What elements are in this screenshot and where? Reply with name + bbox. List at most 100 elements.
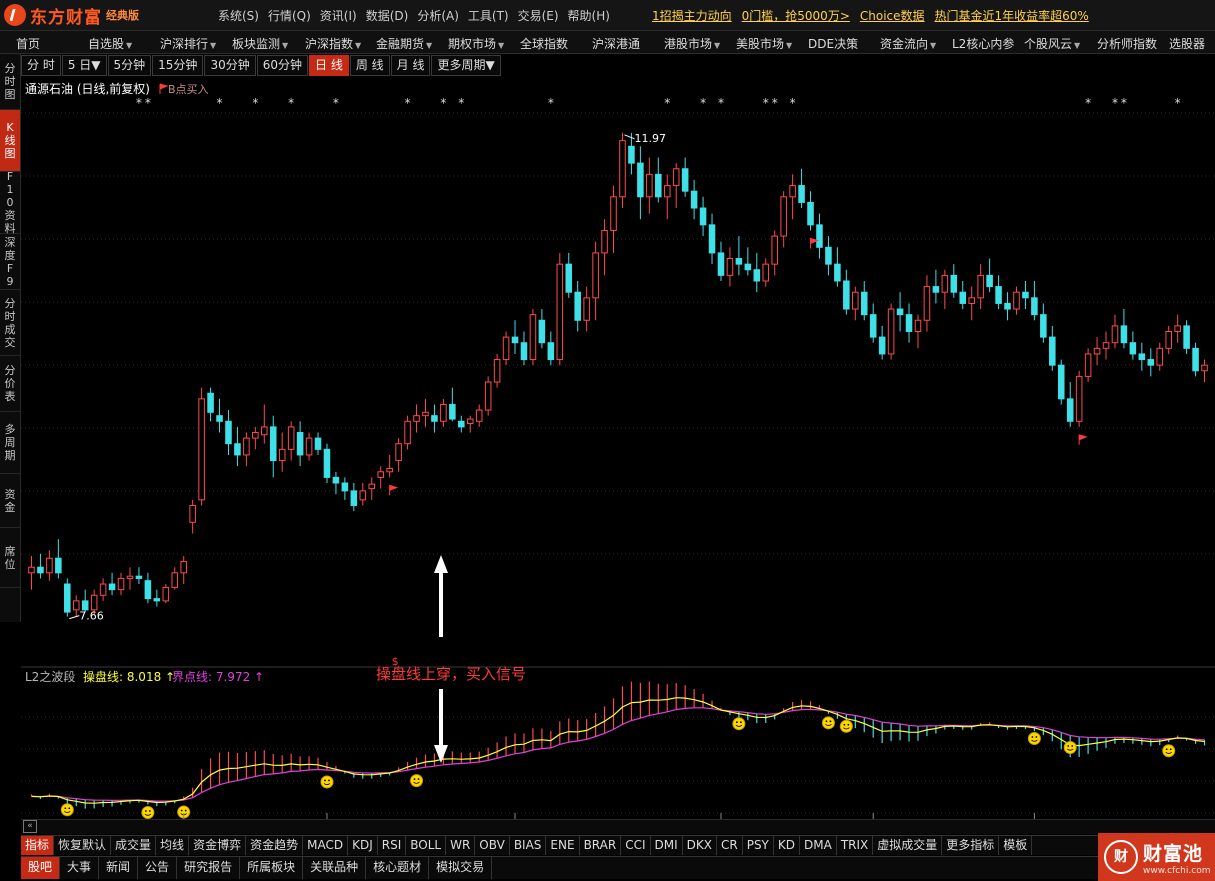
period-tab[interactable]: 30分钟 (204, 55, 256, 76)
sidebar-item[interactable]: 席位 (0, 528, 20, 588)
nav-item[interactable]: 沪深港通 (592, 35, 640, 52)
sidebar-item[interactable]: 多周期 (0, 412, 20, 474)
nav-item[interactable]: 期权市场 ▼ (448, 35, 504, 52)
low-label: 7.66 (79, 610, 104, 623)
nav-item[interactable]: L2核心内参 (952, 35, 1014, 52)
indicator-tab[interactable]: TRIX (837, 836, 874, 855)
event-star-icon: * (772, 96, 778, 110)
promo-link[interactable]: Choice数据 (860, 7, 925, 24)
nav-item[interactable]: 美股市场 ▼ (736, 35, 792, 52)
promo-link[interactable]: 热门基金近1年收益率超60% (935, 7, 1089, 24)
nav-item[interactable]: 板块监测 ▼ (232, 35, 288, 52)
period-tab[interactable]: 分 时 (21, 55, 61, 76)
nav-item[interactable]: 港股市场 ▼ (664, 35, 720, 52)
indicator-tab[interactable]: 模板 (999, 836, 1033, 855)
candle (314, 432, 322, 455)
kline-chart[interactable]: 11.977.66********************$ 101112201… (21, 77, 1215, 819)
indicator-tabs: 指标 恢复默认 成交量 均线 资金博弈 资金趋势 MACD KDJ RSI BOLL WR OBV BI… (21, 835, 1215, 855)
indicator-tab[interactable]: BOLL (406, 836, 447, 855)
event-star-icon: * (333, 96, 339, 110)
menu-item[interactable]: 交易(E) (518, 7, 559, 24)
indicator-tab[interactable]: MACD (303, 836, 349, 855)
promo-link[interactable]: 0门槛，抢5000万> (742, 7, 850, 24)
smiley-icon (732, 717, 746, 731)
nav-item[interactable]: 金融期货 ▼ (376, 35, 432, 52)
nav-item[interactable]: 选股器 (1169, 35, 1205, 52)
sidebar-item[interactable]: K线图 (0, 110, 20, 172)
sidebar-item[interactable]: 深度F9 (0, 234, 20, 290)
scroll-left-button[interactable]: « (23, 820, 37, 833)
indicator-tab[interactable]: DMA (800, 836, 837, 855)
indicator-tab[interactable]: CCI (621, 836, 651, 855)
period-tab[interactable]: 5分钟 (107, 55, 152, 76)
info-tab[interactable]: 模拟交易 (429, 857, 493, 879)
indicator-tab[interactable]: 恢复默认 (54, 836, 112, 855)
promo-link[interactable]: 1招揭主力动向 (652, 7, 732, 24)
sidebar-item[interactable]: 资金 (0, 474, 20, 528)
nav-item[interactable]: 分析师指数 (1097, 35, 1157, 52)
nav-item[interactable]: 资金流向 ▼ (880, 35, 936, 52)
indicator-tab[interactable]: 指标 (21, 836, 55, 855)
period-tab[interactable]: 月 线 (390, 55, 431, 76)
menu-item[interactable]: 系统(S) (218, 7, 259, 24)
indicator-tab[interactable]: 均线 (156, 836, 190, 855)
ref-line (31, 707, 1205, 802)
candle (323, 443, 331, 484)
nav-item[interactable]: 个股风云 ▼ (1024, 35, 1080, 52)
menu-item[interactable]: 行情(Q) (268, 7, 311, 24)
menu-item[interactable]: 数据(D) (366, 7, 409, 24)
period-tab[interactable]: 周 线 (349, 55, 390, 76)
period-tab[interactable]: 15分钟 (152, 55, 204, 76)
candle (905, 303, 913, 343)
indicator-tab[interactable]: KD (774, 836, 800, 855)
indicator-tab[interactable]: OBV (475, 836, 510, 855)
sidebar-item-label: 分价表 (4, 364, 16, 403)
candle (646, 157, 653, 214)
period-tab[interactable]: 更多周期▼ (431, 55, 501, 76)
menu-item[interactable]: 资讯(I) (320, 7, 357, 24)
nav-item[interactable]: 自选股 ▼ (88, 35, 132, 52)
nav-item[interactable]: 全球指数 (520, 35, 568, 52)
indicator-tab[interactable]: WR (446, 836, 476, 855)
sidebar-item[interactable]: 分时成交 (0, 290, 20, 356)
info-tab[interactable]: 关联品种 (303, 857, 367, 879)
indicator-tab[interactable]: DKX (683, 836, 717, 855)
nav-item[interactable]: DDE决策 (808, 35, 858, 52)
info-tab[interactable]: 大事 (60, 857, 100, 879)
chevron-down-icon: ▼ (126, 41, 133, 50)
info-tab[interactable]: 研究报告 (177, 857, 241, 879)
nav-item[interactable]: 沪深排行 ▼ (160, 35, 216, 52)
indicator-tab[interactable]: 成交量 (111, 836, 157, 855)
indicator-tab[interactable]: CR (717, 836, 743, 855)
period-tab[interactable]: 60分钟 (256, 55, 308, 76)
indicator-tab[interactable]: BIAS (510, 836, 547, 855)
nav-item-label: 全球指数 (520, 37, 569, 51)
indicator-tab[interactable]: 虚拟成交量 (873, 836, 943, 855)
indicator-tab[interactable]: 更多指标 (942, 836, 1000, 855)
info-tab[interactable]: 公告 (138, 857, 178, 879)
nav-item[interactable]: 首页 (16, 35, 40, 52)
sidebar-item[interactable]: F10资料 (0, 170, 20, 235)
indicator-tab[interactable]: DMI (651, 836, 683, 855)
menu-item[interactable]: 工具(T) (468, 7, 509, 24)
indicator-tab[interactable]: RSI (378, 836, 407, 855)
menu-item[interactable]: 分析(A) (417, 7, 459, 24)
period-tab[interactable]: 5 日▼ (61, 55, 107, 76)
nav-item-label: 首页 (16, 37, 41, 51)
indicator-tab[interactable]: ENE (546, 836, 580, 855)
indicator-tab[interactable]: KDJ (348, 836, 378, 855)
indicator-tab[interactable]: BRAR (580, 836, 622, 855)
info-tab[interactable]: 所属板块 (240, 857, 304, 879)
info-tab[interactable]: 股吧 (21, 857, 61, 879)
info-tab[interactable]: 核心题材 (366, 857, 430, 879)
indicator-tab[interactable]: PSY (743, 836, 774, 855)
sidebar-item[interactable]: 分时图 (0, 54, 20, 110)
period-tab[interactable]: 日 线 (309, 55, 349, 76)
indicator-tab[interactable]: 资金趋势 (246, 836, 304, 855)
sidebar-item[interactable]: 分价表 (0, 356, 20, 412)
indicator-tab[interactable]: 资金博弈 (189, 836, 247, 855)
nav-item[interactable]: 沪深指数 ▼ (305, 35, 361, 52)
chart-scrollbar[interactable] (21, 819, 1215, 834)
menu-item[interactable]: 帮助(H) (568, 7, 610, 24)
info-tab[interactable]: 新闻 (99, 857, 139, 879)
